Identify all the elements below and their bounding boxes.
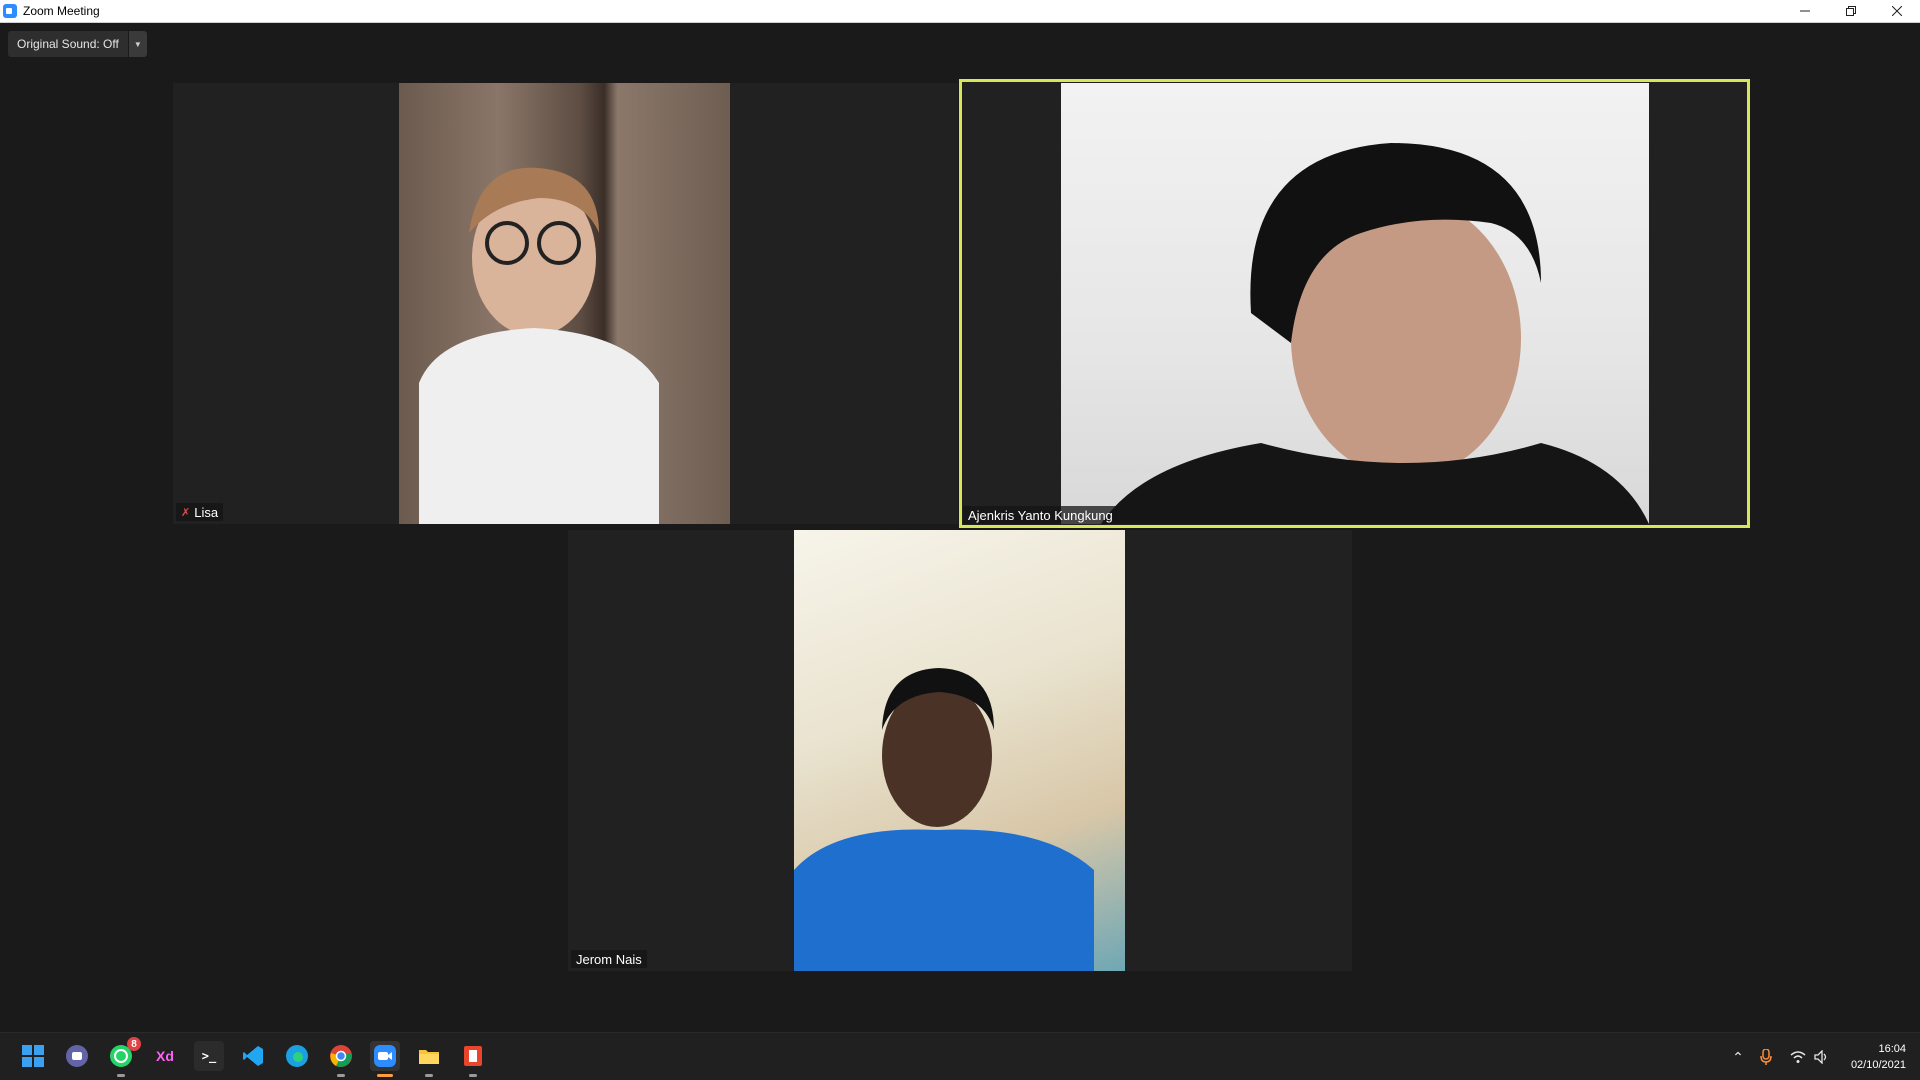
participant-video — [399, 83, 730, 524]
running-indicator — [469, 1074, 477, 1077]
window-title: Zoom Meeting — [23, 4, 100, 18]
minimize-icon — [1800, 10, 1810, 12]
chrome-icon — [330, 1045, 352, 1067]
microphone-tray-button[interactable] — [1756, 1047, 1776, 1067]
taskbar-whatsapp[interactable]: 8 — [106, 1037, 141, 1077]
person-silhouette — [419, 167, 659, 524]
clock-date: 02/10/2021 — [1850, 1059, 1906, 1071]
video-tile-lisa[interactable]: ✗ Lisa — [173, 83, 958, 524]
restore-icon — [1846, 6, 1856, 16]
taskbar-vscode[interactable] — [238, 1041, 268, 1071]
taskbar-zoom[interactable] — [370, 1041, 400, 1077]
caret-down-icon: ▼ — [133, 39, 142, 49]
notification-badge: 8 — [127, 1037, 141, 1051]
start-button[interactable] — [18, 1041, 48, 1071]
taskbar-terminal[interactable]: >_ — [194, 1041, 224, 1071]
system-clock[interactable]: 16:04 02/10/2021 — [1851, 1041, 1906, 1073]
windows-start-icon — [22, 1045, 44, 1067]
participant-video — [794, 530, 1125, 971]
zoom-window: Zoom Meeting Original Sound: Off ▼ ✗ Lis… — [0, 0, 1920, 1080]
video-tile-jerom[interactable]: Jerom Nais — [568, 530, 1352, 971]
participant-name-tag: ✗ Lisa — [176, 503, 224, 521]
close-icon — [1892, 6, 1902, 16]
windows-taskbar: 8 Xd >_ ⌃ 16:04 02/10/2021 — [0, 1032, 1920, 1080]
minimize-button[interactable] — [1782, 0, 1828, 22]
original-sound-button[interactable]: Original Sound: Off — [8, 31, 128, 57]
office-icon — [464, 1046, 482, 1066]
network-tray-button[interactable] — [1788, 1047, 1808, 1067]
participant-name-tag: Jerom Nais — [571, 950, 647, 968]
video-tile-ajenkris[interactable]: Ajenkris Yanto Kungkung — [959, 79, 1750, 528]
terminal-icon: >_ — [201, 1049, 217, 1063]
title-bar: Zoom Meeting — [0, 0, 1920, 23]
chevron-up-icon: ⌃ — [1732, 1048, 1744, 1065]
taskbar-teams-chat[interactable] — [62, 1041, 92, 1071]
teams-chat-icon — [66, 1045, 88, 1067]
clock-time: 16:04 — [1878, 1043, 1906, 1055]
adobe-xd-icon: Xd — [156, 1048, 174, 1064]
volume-tray-button[interactable] — [1812, 1047, 1832, 1067]
participant-name-tag: Ajenkris Yanto Kungkung — [963, 506, 1118, 524]
microphone-icon — [1760, 1049, 1772, 1065]
participant-name: Ajenkris Yanto Kungkung — [968, 507, 1113, 523]
wifi-icon — [1790, 1051, 1806, 1063]
participant-name: Jerom Nais — [576, 951, 642, 967]
running-indicator — [425, 1074, 433, 1077]
zoom-icon — [374, 1045, 396, 1067]
edge-icon — [286, 1045, 308, 1067]
show-hidden-icons-button[interactable]: ⌃ — [1728, 1047, 1748, 1067]
taskbar-file-explorer[interactable] — [414, 1041, 444, 1077]
taskbar-chrome[interactable] — [326, 1041, 356, 1077]
running-indicator — [377, 1074, 393, 1077]
person-silhouette — [1101, 143, 1649, 524]
person-silhouette — [794, 668, 1094, 971]
volume-icon — [1814, 1050, 1827, 1064]
original-sound-dropdown[interactable]: ▼ — [127, 31, 147, 57]
file-explorer-icon — [419, 1050, 439, 1064]
window-controls — [1782, 0, 1920, 22]
taskbar-adobe-xd[interactable]: Xd — [150, 1041, 180, 1071]
zoom-app-icon — [3, 4, 17, 18]
participant-video — [1061, 83, 1649, 524]
taskbar-office[interactable] — [458, 1041, 488, 1077]
mic-muted-icon: ✗ — [181, 506, 191, 519]
original-sound-control: Original Sound: Off ▼ — [8, 31, 147, 57]
participant-name: Lisa — [194, 504, 219, 520]
vscode-icon — [243, 1046, 263, 1066]
restore-button[interactable] — [1828, 0, 1874, 22]
taskbar-edge[interactable] — [282, 1041, 312, 1071]
running-indicator — [337, 1074, 345, 1077]
close-button[interactable] — [1874, 0, 1920, 22]
running-indicator — [117, 1074, 125, 1077]
